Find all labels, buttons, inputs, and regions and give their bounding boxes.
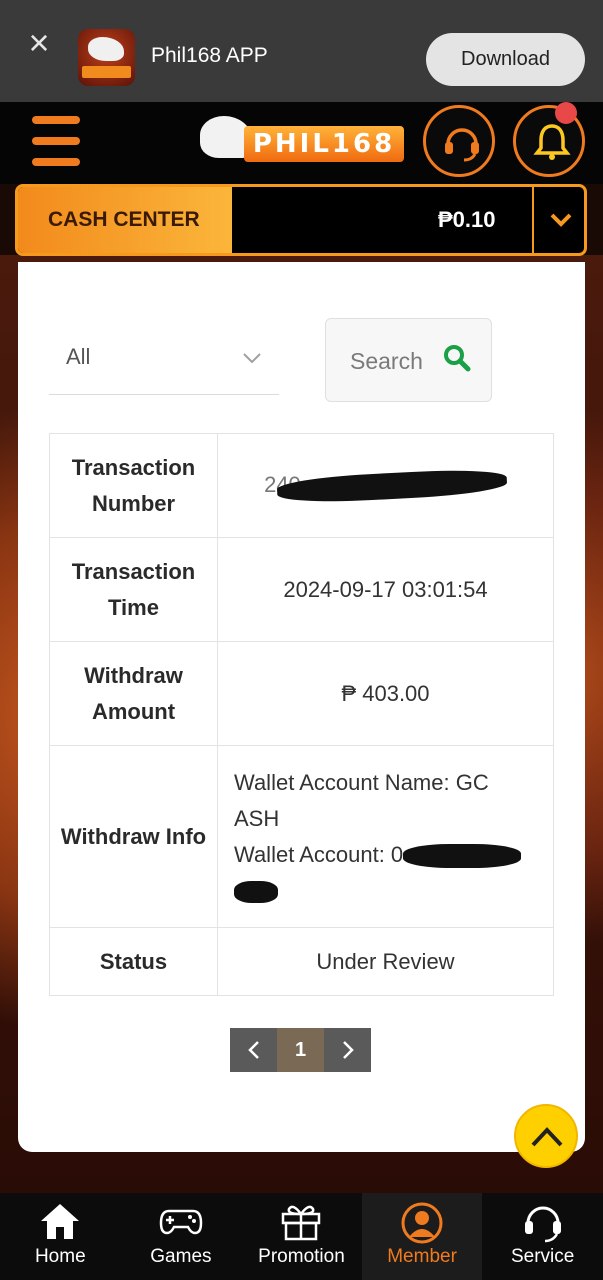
gift-icon [282,1205,321,1241]
transaction-time-value: 2024-09-17 03:01:54 [217,537,554,642]
search-label: Search [350,348,423,374]
row-label: Transaction Number [49,433,218,538]
download-button[interactable]: Download [426,33,585,86]
table-row: Withdraw Info Wallet Account Name: GC AS… [49,745,554,928]
nav-label: Promotion [258,1246,345,1267]
wallet-name-continued: ASH [234,805,280,831]
withdraw-amount-value: ₱ 403.00 [217,641,554,746]
headset-icon [524,1206,561,1243]
row-label: Transaction Time [49,537,218,642]
headset-icon [445,128,479,162]
notification-badge [555,102,577,124]
nav-item-games[interactable]: Games [121,1193,242,1280]
row-label: Withdraw Amount [49,641,218,746]
redaction-mark [276,467,508,506]
app-name: Phil168 APP [151,44,268,67]
wallet-name-line: Wallet Account Name: GC [234,769,489,795]
cash-center-label: CASH CENTER [18,187,232,253]
balance-amount: ₱0.10 [438,207,496,232]
nav-label: Service [510,1246,575,1267]
nav-label: Member [387,1246,457,1267]
wallet-account-continued [234,873,553,909]
nav-item-home[interactable]: Home [0,1193,121,1280]
scroll-to-top-button[interactable] [514,1104,578,1168]
nav-item-service[interactable]: Service [482,1193,603,1280]
nav-label: Home [34,1246,86,1267]
chevron-down-icon [243,319,261,395]
redaction-mark [403,843,522,868]
support-button[interactable] [423,105,495,177]
search-icon [444,345,471,372]
app-install-banner: × Phil168 APP Download [0,0,603,102]
wallet-account-text: Wallet Account: 0 [234,841,404,867]
cash-center-bar[interactable]: CASH CENTER ₱0.10 [15,184,587,256]
table-row: Transaction Time 2024-09-17 03:01:54 [49,537,554,642]
table-row: Status Under Review [49,927,554,996]
app-icon [78,29,135,86]
row-label: Withdraw Info [49,745,218,928]
hamburger-menu-icon[interactable] [32,116,82,168]
transaction-number-value: 240 [217,433,554,538]
chevron-left-icon[interactable] [230,1028,277,1072]
logo-text: PHIL168 [244,126,404,162]
withdraw-info-value: Wallet Account Name: GC ASH Wallet Accou… [217,745,554,928]
table-row: Transaction Number 240 [49,433,554,538]
filter-selected-value: All [66,344,91,369]
close-icon[interactable]: × [22,25,56,61]
gamepad-icon [159,1209,203,1235]
nav-item-member[interactable]: Member [361,1193,483,1280]
chevron-up-icon [531,1127,563,1147]
nav-item-promotion[interactable]: Promotion [241,1193,362,1280]
status-value: Under Review [217,927,554,996]
status-filter-select[interactable]: All [49,319,279,395]
redaction-mark [234,880,278,903]
chevron-down-icon[interactable] [534,187,584,253]
chevron-right-icon[interactable] [324,1028,371,1072]
table-row: Withdraw Amount ₱ 403.00 [49,641,554,746]
wallet-account-line: Wallet Account: 0 [234,837,553,873]
row-label: Status [49,927,218,996]
top-header: PHIL168 [0,102,603,184]
current-page-number[interactable]: 1 [277,1028,324,1072]
bottom-navigation: Home Games Promotion Member Service [0,1193,603,1280]
bell-icon [533,124,571,160]
member-avatar-icon [401,1202,443,1244]
nav-label: Games [150,1246,212,1267]
pagination: 1 [230,1028,372,1072]
home-icon [41,1204,80,1239]
transaction-detail-table: Transaction Number 240 Transaction Time … [49,433,554,996]
search-button[interactable]: Search [325,318,492,402]
phil168-logo[interactable]: PHIL168 [200,116,406,168]
